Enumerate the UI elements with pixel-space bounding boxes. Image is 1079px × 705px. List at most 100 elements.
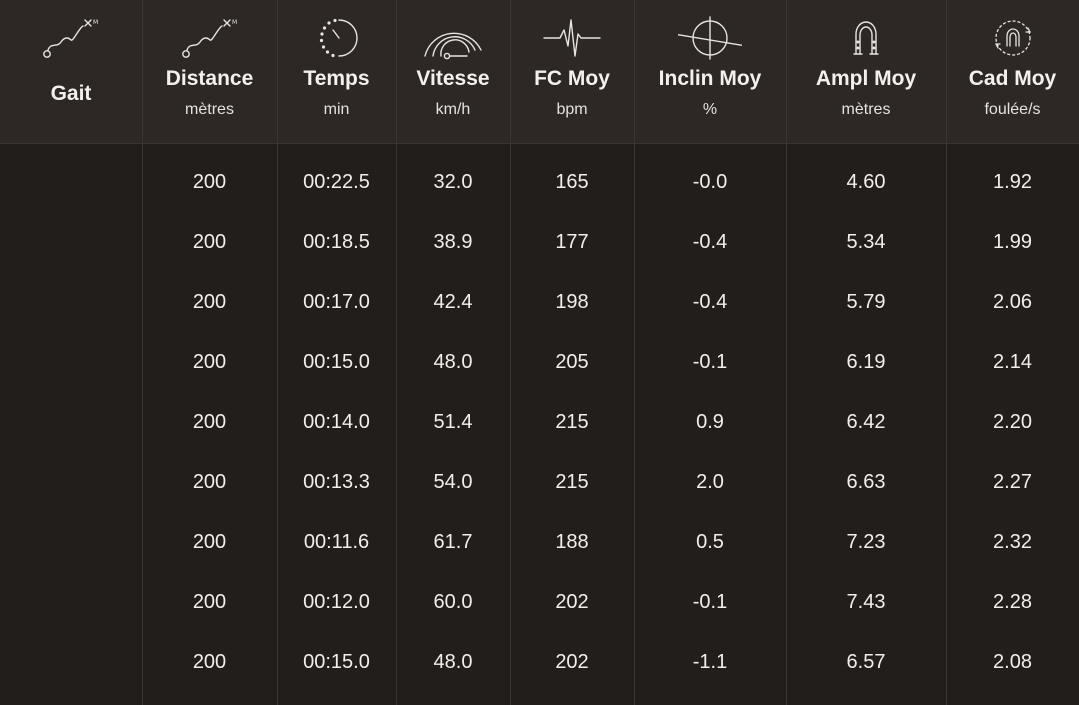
header-distance[interactable]: M Distance mètres [142,0,277,143]
cell-inclin: 0.5 [696,531,724,553]
cell-inclin: -0.0 [692,171,728,193]
cell-vitesse: 32.0 [433,171,473,193]
cell-cad: 2.27 [993,471,1032,493]
cell-inclin: -1.1 [692,651,728,673]
header-unit: % [702,101,718,118]
cell-fc: 198 [555,291,589,313]
header-label: Distance [165,67,254,90]
cell-gait [0,632,142,692]
cell-gait [0,212,142,272]
route-icon: M [39,16,103,60]
cell-ampl: 6.42 [846,411,886,433]
table-row[interactable]: 200 00:18.5 38.9 177 -0.4 5.34 1.99 [0,212,1079,272]
cell-fc: 188 [555,531,589,553]
cell-cad: 2.14 [993,351,1032,373]
header-label: Inclin Moy [658,67,762,90]
cell-inclin: -0.4 [692,231,728,253]
cell-temps: 00:11.6 [303,531,370,553]
cell-temps: 00:13.3 [303,471,370,493]
table-row[interactable]: 200 00:15.0 48.0 202 -1.1 6.57 2.08 [0,632,1079,692]
table-header: M Gait M Distance mètres Temps min Vites… [0,0,1079,144]
cell-gait [0,512,142,572]
header-vitesse[interactable]: Vitesse km/h [396,0,510,143]
heart-rate-icon [540,16,604,60]
horseshoe-icon [834,16,898,60]
cell-distance: 200 [192,411,227,433]
table-body: 200 00:22.5 32.0 165 -0.0 4.60 1.92 200 … [0,143,1079,705]
cell-distance: 200 [192,531,227,553]
cell-vitesse: 48.0 [433,351,473,373]
route-icon: M [178,16,242,60]
cell-gait [0,392,142,452]
cell-vitesse: 54.0 [433,471,473,493]
header-inclin[interactable]: Inclin Moy % [634,0,786,143]
cell-fc: 177 [555,231,589,253]
cell-vitesse: 42.4 [433,291,473,313]
cell-cad: 1.92 [993,171,1032,193]
header-label: Ampl Moy [815,67,917,90]
cell-ampl: 6.63 [846,471,886,493]
table-row[interactable]: 200 00:11.6 61.7 188 0.5 7.23 2.32 [0,512,1079,572]
header-label: FC Moy [534,67,610,90]
cell-temps: 00:15.0 [303,651,370,673]
cell-gait [0,452,142,512]
header-unit: mètres [841,101,891,118]
cell-cad: 2.32 [993,531,1032,553]
header-unit: bpm [556,101,588,118]
cell-inclin: 0.9 [696,411,724,433]
cell-gait [0,572,142,632]
cell-inclin: 2.0 [696,471,724,493]
cell-temps: 00:12.0 [303,591,370,613]
cell-distance: 200 [192,351,227,373]
table-row[interactable]: 200 00:22.5 32.0 165 -0.0 4.60 1.92 [0,152,1079,212]
header-gait[interactable]: M Gait [0,0,142,143]
cell-cad: 2.28 [993,591,1032,613]
header-label: Temps [303,67,370,90]
cell-distance: 200 [192,231,227,253]
header-label: Cad Moy [968,67,1057,90]
cell-fc: 205 [555,351,589,373]
cell-ampl: 7.23 [846,531,886,553]
table-row[interactable]: 200 00:12.0 60.0 202 -0.1 7.43 2.28 [0,572,1079,632]
table-row[interactable]: 200 00:15.0 48.0 205 -0.1 6.19 2.14 [0,332,1079,392]
table-row[interactable]: 200 00:13.3 54.0 215 2.0 6.63 2.27 [0,452,1079,512]
header-unit: km/h [435,101,471,118]
cell-temps: 00:18.5 [303,231,370,253]
stats-table: M Gait M Distance mètres Temps min Vites… [0,0,1079,705]
cell-ampl: 4.60 [846,171,886,193]
cell-temps: 00:15.0 [303,351,370,373]
cell-temps: 00:22.5 [303,171,370,193]
cell-distance: 200 [192,471,227,493]
cell-vitesse: 38.9 [433,231,473,253]
cell-gait [0,272,142,332]
svg-text:M: M [232,19,237,26]
cell-inclin: -0.1 [692,591,728,613]
cell-fc: 215 [555,411,589,433]
header-temps[interactable]: Temps min [277,0,396,143]
cell-fc: 202 [555,651,589,673]
table-row[interactable]: 200 00:14.0 51.4 215 0.9 6.42 2.20 [0,392,1079,452]
cell-cad: 2.20 [993,411,1032,433]
cell-vitesse: 60.0 [433,591,473,613]
cell-vitesse: 61.7 [433,531,473,553]
cell-ampl: 6.57 [846,651,886,673]
header-cad[interactable]: Cad Moy foulée/s [946,0,1079,143]
header-label: Vitesse [416,67,490,90]
header-ampl[interactable]: Ampl Moy mètres [786,0,946,143]
header-fc[interactable]: FC Moy bpm [510,0,634,143]
cell-fc: 202 [555,591,589,613]
cell-gait [0,332,142,392]
cell-distance: 200 [192,591,227,613]
stopwatch-icon [305,16,369,60]
header-unit: min [323,101,350,118]
cell-distance: 200 [192,291,227,313]
header-unit: mètres [185,101,234,118]
table-row[interactable]: 200 00:17.0 42.4 198 -0.4 5.79 2.06 [0,272,1079,332]
cell-cad: 2.06 [993,291,1032,313]
cell-distance: 200 [192,651,227,673]
inclination-icon [678,16,742,60]
cell-ampl: 5.34 [846,231,886,253]
cell-distance: 200 [192,171,227,193]
cell-fc: 215 [555,471,589,493]
cell-temps: 00:17.0 [303,291,370,313]
